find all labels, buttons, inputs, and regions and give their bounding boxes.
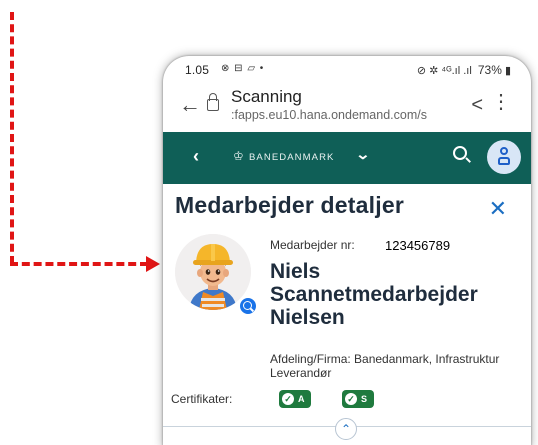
app-header: ‹ ♔ BANEDANMARK ⌄: [163, 132, 531, 184]
browser-url[interactable]: :fapps.eu10.hana.ondemand.com/s: [231, 108, 431, 122]
status-system-icons: ⊘ ✲ ⁴ᴳ.ıl .ıl 73% ▮: [417, 63, 511, 77]
browser-page-title[interactable]: Scanning: [231, 87, 302, 107]
screenshot-stage: 1.05 ⊗ ⊟ ▱ • ⊘ ✲ ⁴ᴳ.ıl .ıl 73% ▮ ← Scann…: [0, 0, 538, 445]
status-time: 1.05: [185, 63, 210, 77]
certificates-label: Certifikater:: [171, 392, 233, 406]
signal-icons: ⊘ ✲ ⁴ᴳ.ıl .ıl: [416, 65, 472, 77]
nav-back-icon[interactable]: ‹: [193, 146, 199, 167]
user-icon: [498, 147, 510, 167]
phone-screen: 1.05 ⊗ ⊟ ▱ • ⊘ ✲ ⁴ᴳ.ıl .ıl 73% ▮ ← Scann…: [163, 56, 531, 445]
page-title: Medarbejder detaljer: [175, 192, 404, 218]
employee-name: Niels Scannetmedarbejder Nielsen: [270, 260, 478, 329]
collapse-header-button[interactable]: ⌃: [335, 418, 357, 440]
search-icon[interactable]: [453, 146, 467, 160]
certificate-letter: A: [298, 394, 305, 404]
employee-number-label: Medarbejder nr:: [270, 238, 355, 252]
employee-department: Afdeling/Firma: Banedanmark, Infrastrukt…: [270, 352, 500, 380]
certificate-letter: S: [361, 394, 368, 404]
battery-icon: ▮: [504, 65, 511, 77]
chevron-down-icon[interactable]: ⌄: [355, 146, 370, 163]
share-icon[interactable]: <: [471, 94, 483, 117]
zoom-photo-icon[interactable]: [238, 296, 258, 316]
more-options-icon[interactable]: ⋮: [491, 92, 511, 112]
status-bar: 1.05 ⊗ ⊟ ▱ • ⊘ ✲ ⁴ᴳ.ıl .ıl 73% ▮: [163, 56, 531, 82]
certificate-badge-s[interactable]: ✓ S: [342, 390, 374, 408]
status-notification-icons: ⊗ ⊟ ▱ •: [221, 63, 265, 74]
chevron-up-icon: ⌃: [340, 422, 352, 436]
annotation-dashed-line-horizontal: [10, 262, 148, 266]
employee-number: 123456789: [385, 238, 451, 253]
checkmark-icon: ✓: [345, 393, 357, 405]
back-arrow-icon[interactable]: ←: [179, 92, 201, 118]
browser-toolbar: ← Scanning :fapps.eu10.hana.ondemand.com…: [163, 84, 531, 128]
annotation-arrowhead: [146, 256, 160, 272]
brand-logo-text[interactable]: BANEDANMARK: [249, 152, 334, 163]
certificate-badge-a[interactable]: ✓ A: [279, 390, 311, 408]
checkmark-icon: ✓: [282, 393, 294, 405]
battery-level: 73%: [477, 63, 502, 77]
crown-icon: ♔: [233, 149, 244, 163]
annotation-dashed-line-vertical: [10, 12, 14, 264]
lock-icon[interactable]: [207, 93, 219, 111]
user-profile-button[interactable]: [487, 140, 521, 174]
close-icon[interactable]: ✕: [489, 196, 507, 222]
